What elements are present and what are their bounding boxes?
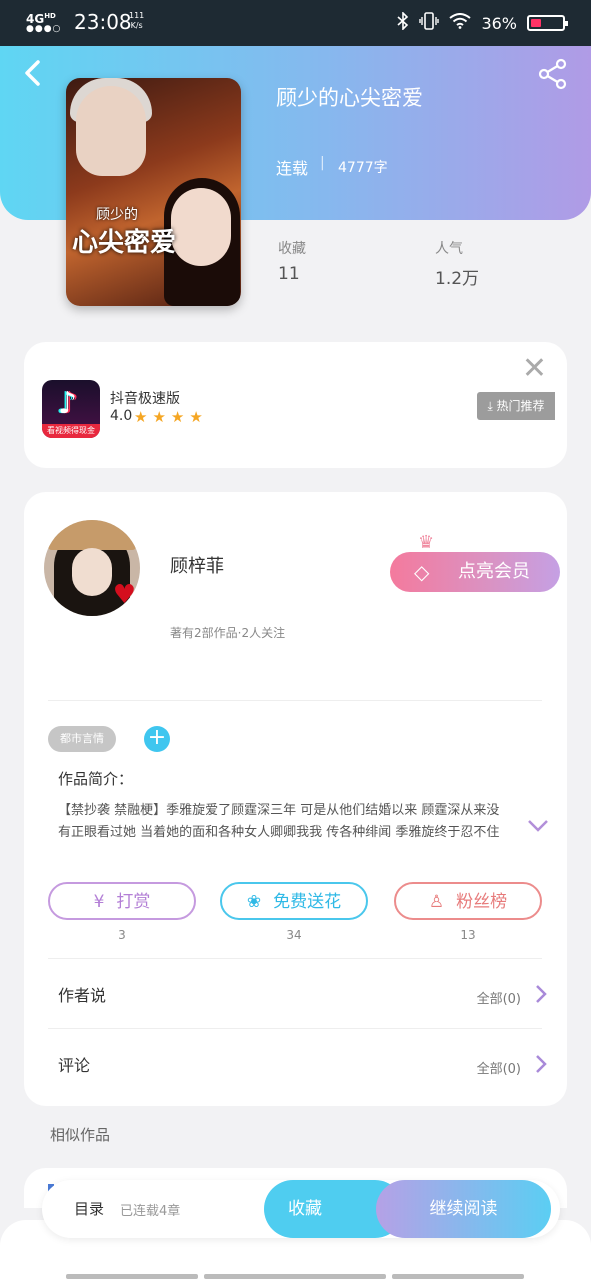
diamond-icon: ◇ [414, 560, 430, 584]
popularity-label: 人气 [435, 241, 463, 257]
favorites-count: 11 [278, 264, 300, 284]
separator: | [320, 155, 325, 171]
divider [48, 958, 542, 959]
app-name: 抖音极速版 [110, 391, 180, 407]
star-rating-icon: ★★★★ [134, 408, 208, 426]
status-bar: 4GHD ●●●○ 23:08 111 K/s 36% [0, 0, 591, 46]
book-title: 顾少的心尖密爱 [276, 86, 423, 110]
popularity-count: 1.2万 [435, 269, 480, 289]
genre-tag[interactable]: 都市言情 [48, 726, 116, 752]
fan-ranking-button[interactable]: ♙ 粉丝榜 [394, 882, 542, 920]
fans-count: 13 [460, 928, 476, 942]
app-icon[interactable]: ♪ 看视频得现金 [42, 380, 100, 438]
add-tag-button[interactable]: + [144, 726, 170, 752]
author-avatar[interactable]: ♥ [44, 520, 140, 616]
share-icon [538, 58, 567, 90]
intro-label: 作品简介： [58, 770, 134, 788]
coin-icon: ¥ [93, 892, 105, 912]
back-button[interactable] [22, 58, 52, 88]
reward-button[interactable]: ¥ 打赏 [48, 882, 196, 920]
continue-reading-button[interactable]: 继续阅读 [376, 1180, 551, 1238]
status-icons: 36% [397, 11, 568, 34]
flower-icon: ❀ [246, 892, 262, 912]
cover-subtitle: 顾少的 [96, 207, 138, 223]
bottom-action-bar: 目录 已连载4章 收藏 继续阅读 [42, 1180, 560, 1238]
hot-recommend-button[interactable]: ⤓ 热门推荐 [477, 392, 555, 420]
nav-indicator [392, 1274, 524, 1279]
signal-icon: ●●●○ [26, 24, 62, 34]
tiktok-icon: ♪ [58, 386, 78, 421]
vibrate-icon [419, 12, 440, 34]
comments-label: 评论 [58, 1056, 91, 1075]
author-says-all: 全部(0) [476, 992, 521, 1007]
cover-title: 心尖密爱 [72, 228, 177, 258]
bluetooth-icon [397, 11, 409, 34]
close-icon[interactable]: ✕ [522, 354, 547, 384]
user-icon: ♙ [428, 892, 445, 912]
nav-indicator [204, 1274, 386, 1279]
clock: 23:08 [74, 10, 132, 34]
favorites-label: 收藏 [278, 241, 306, 257]
vip-button[interactable]: ◇ 点亮会员 [390, 552, 560, 592]
book-cover[interactable]: 顾少的 心尖密爱 [66, 78, 241, 306]
word-count: 4777字 [338, 160, 388, 176]
heart-icon: ♥ [112, 580, 136, 610]
send-flower-button[interactable]: ❀ 免费送花 [220, 882, 368, 920]
toc-button[interactable]: 目录 [74, 1198, 104, 1219]
battery-icon [527, 15, 568, 31]
app-rating: 4.0 [110, 408, 133, 424]
author-says-label: 作者说 [58, 986, 107, 1005]
similar-works-title: 相似作品 [50, 1126, 111, 1144]
expand-icon[interactable] [527, 814, 549, 839]
wifi-icon [449, 13, 472, 33]
network-speed: 111 K/s [129, 11, 145, 30]
divider [48, 700, 542, 701]
network-indicator: 4GHD [26, 12, 56, 26]
chevron-right-icon [535, 982, 547, 1010]
author-name[interactable]: 顾梓菲 [170, 552, 224, 578]
intro-text: 【禁抄袭 禁融梗】季雅旋爱了顾霆深三年 可是从他们结婚以来 顾霆深从来没有正眼看… [58, 803, 500, 840]
author-meta: 著有2部作品·2人关注 [170, 626, 286, 640]
share-button[interactable] [537, 58, 569, 90]
crown-icon: ♛ [418, 532, 435, 553]
book-info-card: ♥ 顾梓菲 著有2部作品·2人关注 ♛ ◇ 点亮会员 都市言情 + 作品简介： … [24, 492, 567, 1106]
nav-indicator [66, 1274, 198, 1279]
comments-all: 全部(0) [476, 1062, 521, 1077]
ad-card[interactable]: ✕ ♪ 看视频得现金 抖音极速版 4.0 ★★★★ ⤓ 热门推荐 [24, 342, 567, 468]
reward-count: 3 [118, 928, 126, 942]
divider [48, 1028, 542, 1029]
flower-count: 34 [286, 928, 302, 942]
back-arrow-icon [25, 60, 40, 86]
book-status: 连载 [276, 159, 309, 178]
battery-percent: 36% [481, 13, 517, 33]
chevron-right-icon [535, 1052, 547, 1080]
chapter-count: 已连载4章 [120, 1204, 181, 1219]
